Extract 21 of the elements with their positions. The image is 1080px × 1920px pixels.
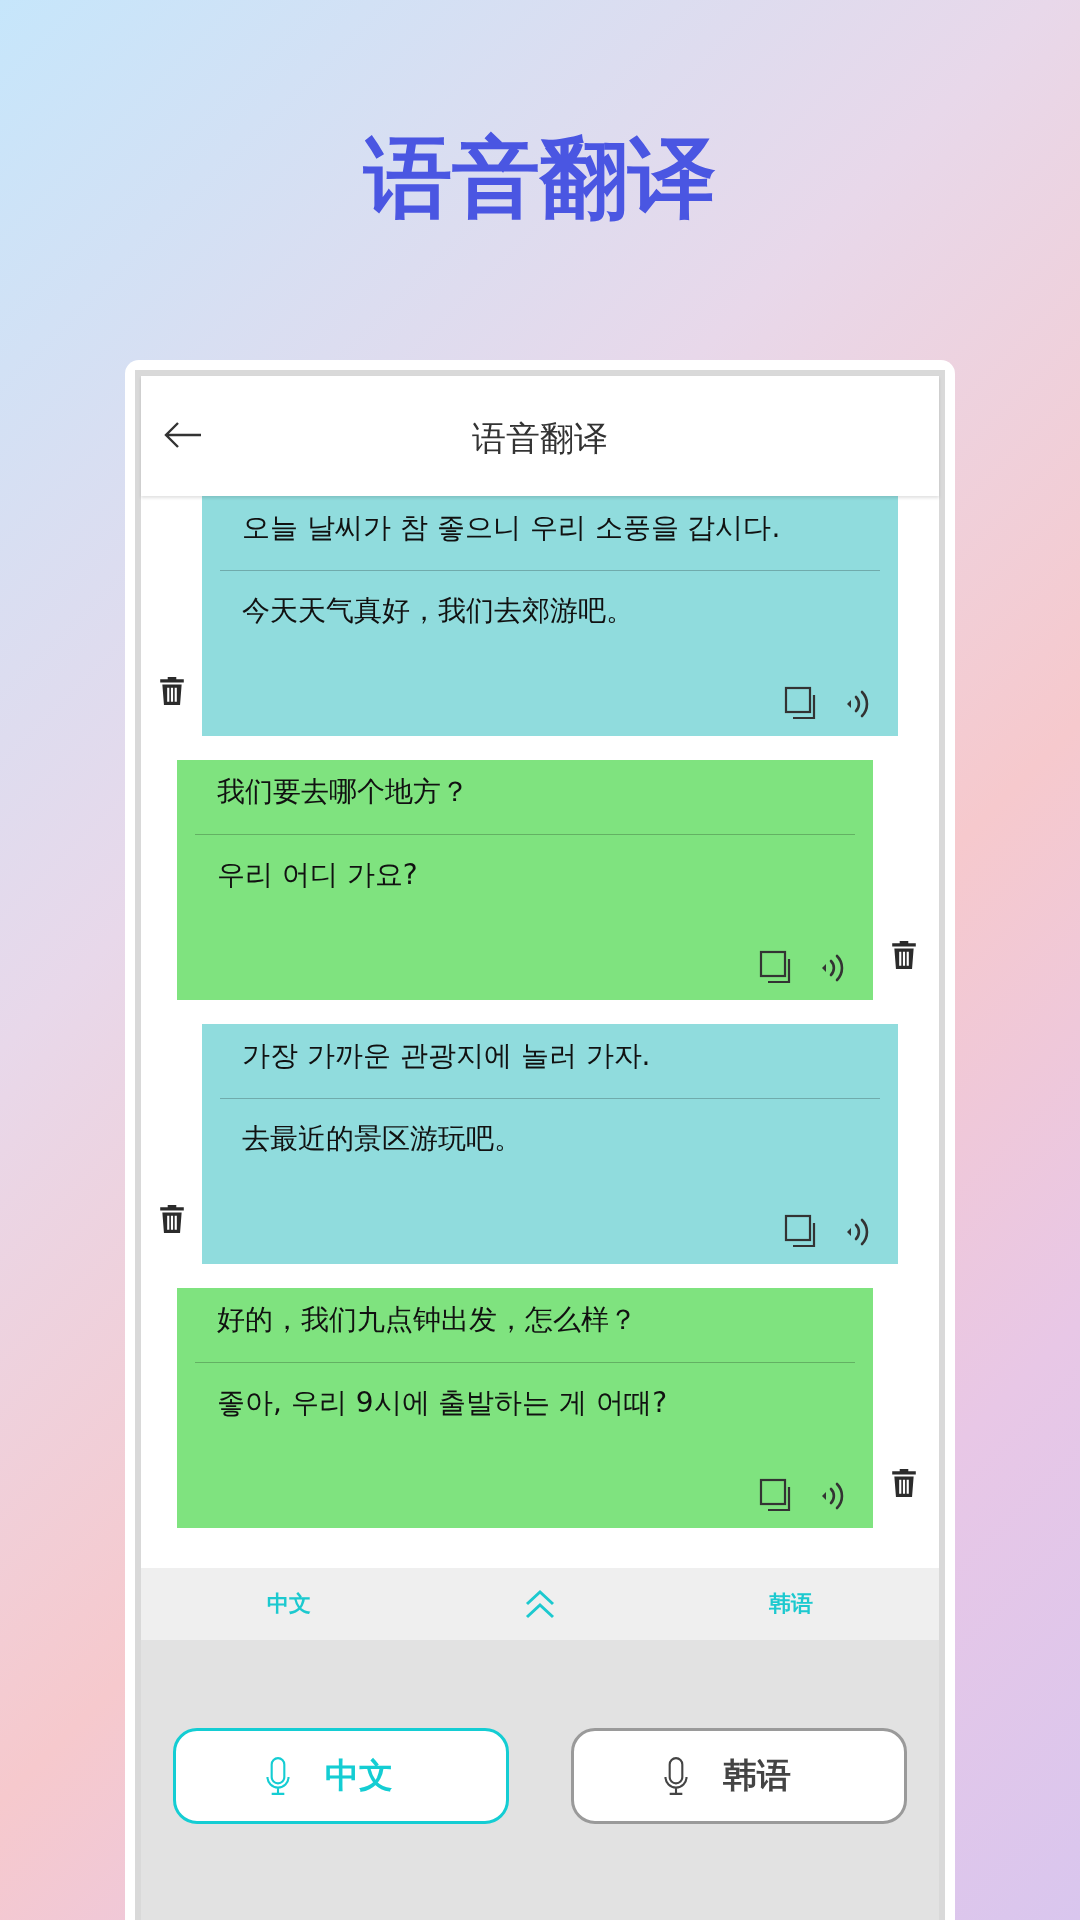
trash-icon[interactable]	[890, 1468, 917, 1498]
source-text: 가장 가까운 관광지에 놀러 가자.	[241, 1038, 652, 1074]
source-language[interactable]: 中文	[228, 1589, 349, 1619]
screen-title: 语音翻译	[472, 417, 608, 460]
source-text: 好的，我们九点钟出发，怎么样？	[216, 1302, 638, 1338]
trash-icon[interactable]	[890, 940, 917, 970]
microphone-icon	[663, 1756, 689, 1796]
source-text: 오늘 날씨가 참 좋으니 우리 소풍을 갑시다.	[241, 510, 782, 546]
back-arrow-icon[interactable]	[163, 420, 203, 450]
translation-text: 今天天气真好，我们去郊游吧。	[241, 593, 635, 629]
source-text: 我们要去哪个地方？	[216, 774, 470, 810]
translation-text: 좋아, 우리 9시에 출발하는 게 어때?	[216, 1385, 669, 1421]
speak-button[interactable]: 中文	[173, 1728, 509, 1824]
trash-icon[interactable]	[158, 1204, 185, 1234]
speak-button[interactable]: 韩语	[571, 1728, 907, 1824]
translation-text: 去最近的景区游玩吧。	[241, 1121, 523, 1157]
translation-text: 우리 어디 가요?	[216, 857, 419, 893]
target-language[interactable]: 韩语	[731, 1589, 852, 1619]
microphone-icon	[265, 1756, 291, 1796]
trash-icon[interactable]	[158, 676, 185, 706]
banner-title: 语音翻译	[364, 128, 716, 228]
